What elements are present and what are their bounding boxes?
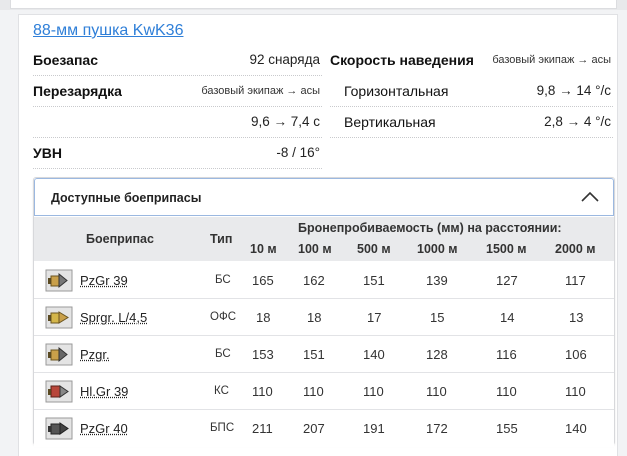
ammo-capacity-value: 92 снаряда (249, 52, 320, 67)
pen-2000m: 140 (565, 421, 587, 436)
pen-10m: 110 (252, 384, 273, 399)
horizontal-traverse-label: Горизонтальная (344, 83, 449, 99)
chevron-up-icon[interactable] (579, 189, 601, 205)
pen-2000m: 106 (565, 347, 587, 362)
distance-1500m: 1500 м (486, 242, 527, 256)
traverse-row: Скорость наведения базовый экипаж → асы (330, 45, 613, 76)
pen-100m: 110 (303, 384, 324, 399)
pen-100m: 18 (307, 310, 322, 325)
traverse-crew-note: базовый экипаж → асы (492, 54, 611, 66)
gun-card: 88-мм пушка KwK36 Боезапас 92 снаряда Пе… (18, 14, 618, 456)
shell-type: БС (215, 348, 231, 360)
table-row: PzGr 40 БПС 211 207 191 172 155 140 (34, 410, 614, 447)
distance-500m: 500 м (357, 242, 391, 256)
shell-type: БС (215, 274, 231, 286)
reload-crew-note: базовый экипаж → асы (201, 85, 320, 97)
pen-2000m: 117 (565, 273, 586, 288)
horizontal-traverse-row: Горизонтальная 9,8 → 14 °/с (330, 76, 613, 107)
stats-right-column: Скорость наведения базовый экипаж → асы … (330, 45, 613, 138)
previous-card-edge (0, 0, 627, 10)
pen-1500m: 116 (496, 347, 517, 362)
pen-10m: 18 (256, 310, 271, 325)
traverse-label: Скорость наведения (330, 52, 474, 68)
elevation-row: УВН -8 / 16° (33, 138, 322, 169)
pen-1500m: 127 (496, 273, 518, 288)
vertical-traverse-label: Вертикальная (344, 114, 436, 130)
column-penetration: Бронепробиваемость (мм) на расстоянии: (298, 221, 562, 235)
stats-left-column: Боезапас 92 снаряда Перезарядка базовый … (33, 45, 322, 169)
ammo-capacity-label: Боезапас (33, 52, 98, 68)
elevation-label: УВН (33, 145, 62, 161)
pen-10m: 211 (252, 421, 273, 436)
he-shell-icon (45, 306, 73, 329)
pen-1500m: 14 (500, 310, 515, 325)
pen-500m: 151 (363, 273, 385, 288)
pen-2000m: 110 (565, 384, 586, 399)
table-row: Sprgr. L/4,5 ОФС 18 18 17 15 14 13 (34, 299, 614, 336)
ammo-table-header: Боеприпас Тип Бронепробиваемость (мм) на… (34, 217, 614, 261)
ap-shell-icon (45, 343, 73, 366)
pen-1000m: 172 (426, 421, 448, 436)
pen-100m: 207 (303, 421, 325, 436)
gun-title-link[interactable]: 88-мм пушка KwK36 (33, 22, 183, 40)
heat-shell-icon (45, 380, 73, 403)
ammo-panel-toggle[interactable]: Доступные боеприпасы (34, 178, 614, 216)
shell-type: КС (214, 385, 229, 397)
table-row: Pzgr. БС 153 151 140 128 116 106 (34, 336, 614, 373)
pen-500m: 17 (367, 310, 382, 325)
ammo-panel-title: Доступные боеприпасы (51, 191, 202, 205)
shell-name-link[interactable]: Hl.Gr 39 (80, 384, 128, 399)
column-shell: Боеприпас (86, 232, 154, 246)
pen-1000m: 15 (430, 310, 445, 325)
apcbc-shell-icon (45, 269, 73, 292)
pen-10m: 153 (252, 347, 274, 362)
pen-10m: 165 (252, 273, 274, 288)
table-row: Hl.Gr 39 КС 110 110 110 110 110 110 (34, 373, 614, 410)
reload-value: 9,6 → 7,4 с (250, 114, 320, 129)
pen-500m: 191 (363, 421, 385, 436)
pen-1000m: 139 (426, 273, 448, 288)
reload-label: Перезарядка (33, 83, 122, 99)
column-type: Тип (210, 232, 233, 246)
pen-500m: 140 (363, 347, 385, 362)
shell-type: ОФС (210, 311, 236, 323)
pen-1000m: 128 (426, 347, 448, 362)
pen-2000m: 13 (569, 310, 584, 325)
reload-value-row: 9,6 → 7,4 с (33, 107, 322, 138)
pen-500m: 110 (363, 384, 384, 399)
pen-1500m: 155 (496, 421, 518, 436)
shell-name-link[interactable]: Sprgr. L/4,5 (80, 310, 147, 325)
ammo-panel: Доступные боеприпасы Боеприпас Тип Броне… (33, 177, 615, 447)
reload-row: Перезарядка базовый экипаж → асы (33, 76, 322, 107)
distance-10m: 10 м (250, 242, 277, 256)
table-row: PzGr 39 БС 165 162 151 139 127 117 (34, 262, 614, 299)
horizontal-traverse-value: 9,8 → 14 °/с (536, 83, 611, 98)
pen-1500m: 110 (496, 384, 517, 399)
pen-1000m: 110 (426, 384, 447, 399)
shell-name-link[interactable]: Pzgr. (80, 347, 110, 362)
vertical-traverse-value: 2,8 → 4 °/с (544, 114, 611, 129)
shell-name-link[interactable]: PzGr 40 (80, 421, 128, 436)
vertical-traverse-row: Вертикальная 2,8 → 4 °/с (330, 107, 613, 138)
shell-name-link[interactable]: PzGr 39 (80, 273, 128, 288)
pen-100m: 162 (303, 273, 325, 288)
distance-2000m: 2000 м (555, 242, 596, 256)
shell-type: БПС (210, 422, 235, 434)
ammo-capacity-row: Боезапас 92 снаряда (33, 45, 322, 76)
elevation-value: -8 / 16° (276, 145, 320, 160)
distance-1000m: 1000 м (417, 242, 458, 256)
apcr-shell-icon (45, 417, 73, 440)
distance-100m: 100 м (298, 242, 332, 256)
pen-100m: 151 (303, 347, 325, 362)
